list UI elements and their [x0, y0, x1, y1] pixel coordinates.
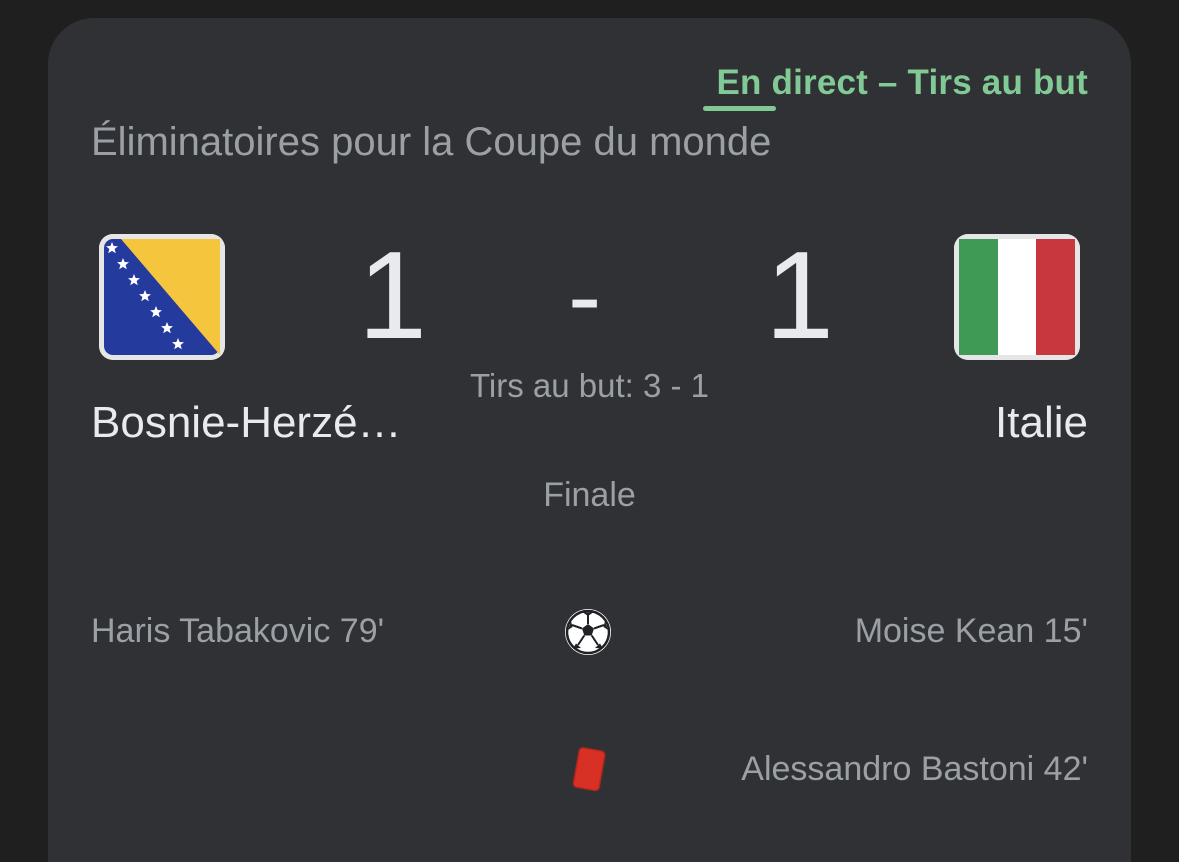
soccer-ball-icon — [563, 607, 613, 657]
away-goal-scorer: Moise Kean 15' — [854, 612, 1088, 650]
match-status: Finale — [543, 476, 636, 514]
goals-row: Haris Tabakovic 79' Moise Kean 15' — [48, 602, 1131, 662]
live-status-link[interactable]: En direct – Tirs au but — [716, 62, 1088, 104]
italy-flag[interactable] — [954, 234, 1080, 360]
score-separator: - — [568, 240, 602, 352]
red-card-icon — [563, 745, 613, 795]
home-score: 1 — [358, 227, 427, 365]
away-team-name[interactable]: Italie — [995, 396, 1088, 450]
away-score: 1 — [765, 227, 834, 365]
bosnia-herzegovina-flag[interactable] — [99, 234, 225, 360]
live-status-underline — [703, 106, 776, 111]
competition-title[interactable]: Éliminatoires pour la Coupe du monde — [91, 118, 771, 166]
match-card[interactable]: En direct – Tirs au but Éliminatoires po… — [48, 18, 1131, 862]
away-red-card-player: Alessandro Bastoni 42' — [741, 750, 1088, 788]
red-cards-row: Alessandro Bastoni 42' — [48, 740, 1131, 800]
home-goal-scorer: Haris Tabakovic 79' — [91, 612, 385, 650]
home-team-name[interactable]: Bosnie-Herzé… — [91, 396, 402, 450]
